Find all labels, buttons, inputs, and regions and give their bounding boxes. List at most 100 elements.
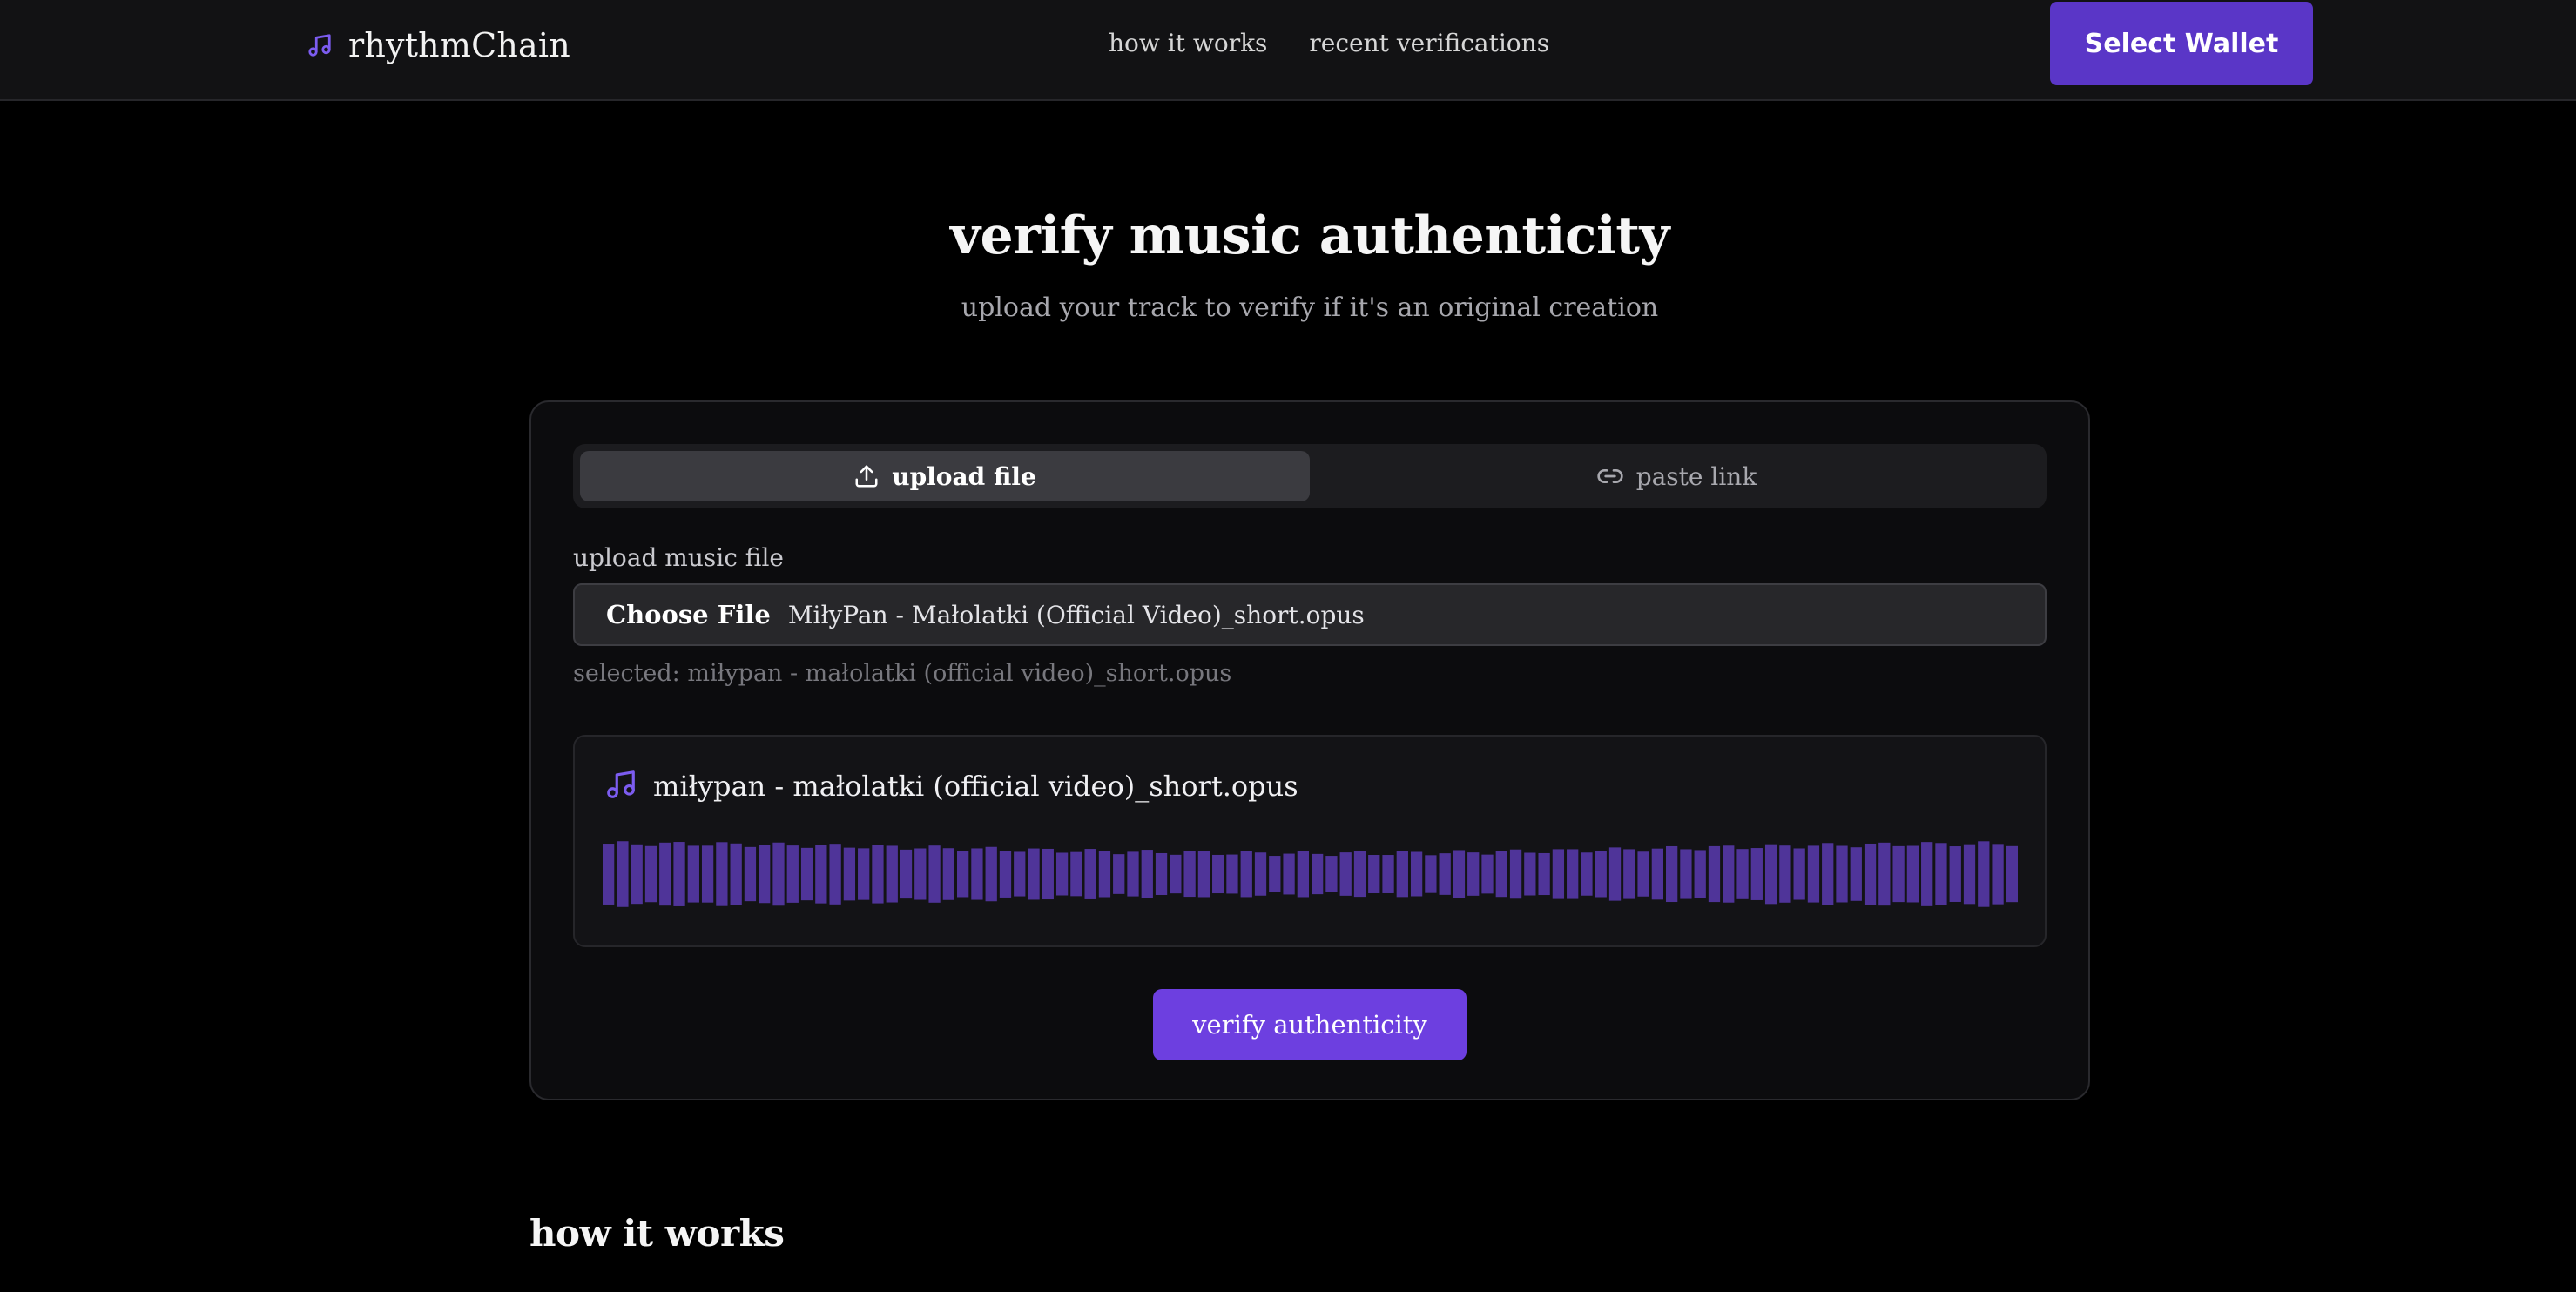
nav-how-it-works[interactable]: how it works [1109, 26, 1267, 61]
waveform-bar [1978, 841, 1990, 907]
waveform-bar [1764, 844, 1777, 905]
brand[interactable]: rhythmChain [307, 23, 570, 68]
waveform-bar [1850, 847, 1862, 901]
waveform-bar [1453, 850, 1466, 898]
track-preview-filename: miłypan - małolatki (official video)_sho… [653, 770, 1298, 803]
waveform-bar [644, 845, 657, 903]
waveform-bar [1793, 848, 1805, 900]
waveform-bar [1410, 851, 1423, 897]
file-input[interactable]: Choose File MiłyPan - Małolatki (Officia… [573, 583, 2047, 646]
waveform-bar [971, 848, 983, 900]
verify-authenticity-button[interactable]: verify authenticity [1153, 989, 1467, 1060]
waveform-bar [1055, 852, 1069, 896]
waveform-bar [1906, 845, 1919, 903]
waveform-bar [1339, 852, 1352, 896]
waveform-bar [617, 841, 629, 907]
waveform-bar [1538, 852, 1550, 896]
waveform-bar [759, 845, 771, 904]
verify-card: upload file paste link upload music file… [529, 400, 2090, 1100]
waveform-bar [1028, 848, 1040, 900]
file-input-filename: MiłyPan - Małolatki (Official Video)_sho… [787, 600, 1365, 629]
upload-icon [853, 463, 880, 489]
how-it-works-heading: how it works [529, 1212, 785, 1255]
waveform-bar [1254, 852, 1267, 896]
waveform-bar [1680, 849, 1692, 899]
waveform-bar [1892, 845, 1905, 903]
waveform-bar [1439, 853, 1451, 895]
waveform-bar [1084, 849, 1096, 899]
waveform-bar [1736, 849, 1749, 899]
waveform-bar [1779, 845, 1791, 903]
waveform-bar [985, 846, 997, 902]
waveform-bar [1481, 854, 1494, 894]
waveform-bar [1750, 848, 1763, 900]
waveform-bar [957, 851, 969, 898]
waveform-bar [1708, 845, 1721, 903]
input-mode-tabs: upload file paste link [573, 444, 2047, 508]
waveform-bar [900, 849, 913, 899]
waveform-bar [928, 845, 941, 903]
waveform-bar [1666, 845, 1678, 903]
waveform-bar [1651, 848, 1663, 900]
audio-waveform [603, 841, 2018, 907]
page-subtitle: upload your track to verify if it's an o… [961, 293, 1659, 323]
select-wallet-button[interactable]: Select Wallet [2050, 2, 2313, 85]
waveform-bar [701, 845, 714, 903]
waveform-bar [1864, 843, 1877, 905]
tab-upload-file[interactable]: upload file [580, 451, 1310, 501]
waveform-bar [1396, 851, 1408, 898]
waveform-bar [1921, 842, 1933, 906]
waveform-bar [872, 845, 884, 904]
tab-upload-file-label: upload file [892, 461, 1036, 491]
waveform-bar [914, 848, 927, 900]
choose-file-button[interactable]: Choose File [606, 600, 771, 629]
waveform-bar [1353, 851, 1366, 898]
link-icon [1596, 462, 1624, 490]
waveform-bar [1878, 842, 1891, 906]
waveform-bar [1949, 846, 1961, 902]
waveform-bar [1935, 843, 1947, 905]
waveform-bar [1297, 851, 1309, 898]
waveform-bar [886, 845, 898, 903]
waveform-bar [1226, 854, 1238, 894]
waveform-bar [1524, 852, 1536, 896]
waveform-bar [1269, 856, 1281, 892]
track-preview: miłypan - małolatki (official video)_sho… [573, 735, 2047, 947]
waveform-bar [786, 845, 799, 903]
waveform-bar [1240, 851, 1252, 898]
waveform-bar [843, 847, 856, 901]
waveform-bar [1127, 851, 1139, 897]
waveform-bar [1807, 845, 1820, 903]
selected-file-text: selected: miłypan - małolatki (official … [573, 660, 1232, 687]
waveform-bar [1822, 843, 1834, 905]
nav-recent-verifications[interactable]: recent verifications [1309, 26, 1549, 61]
waveform-bar [772, 842, 785, 906]
waveform-bar [1552, 849, 1565, 899]
waveform-bar [1170, 854, 1182, 894]
track-preview-header: miłypan - małolatki (official video)_sho… [604, 768, 1298, 804]
waveform-bar [1608, 847, 1622, 901]
waveform-bar [1836, 845, 1848, 903]
waveform-bar [1595, 851, 1607, 898]
waveform-bar [1368, 855, 1380, 893]
waveform-bar [1467, 852, 1480, 896]
waveform-bar [1325, 856, 1338, 892]
top-navbar: rhythmChain how it works recent verifica… [0, 0, 2576, 101]
waveform-bar [1183, 851, 1196, 898]
tab-paste-link[interactable]: paste link [1313, 451, 2040, 501]
waveform-bar [942, 848, 954, 900]
waveform-bar [1283, 853, 1295, 895]
waveform-bar [716, 842, 728, 906]
waveform-bar [1113, 854, 1125, 894]
waveform-bar [744, 846, 757, 902]
waveform-bar [1014, 851, 1026, 897]
waveform-bar [999, 851, 1012, 898]
waveform-bar [1723, 845, 1735, 903]
waveform-bar [1042, 848, 1054, 900]
waveform-bar [1963, 844, 1976, 905]
music-note-icon [604, 768, 637, 804]
waveform-bar [1425, 855, 1437, 893]
waveform-bar [631, 844, 643, 905]
waveform-bar [829, 844, 841, 905]
waveform-bar [1509, 849, 1522, 899]
